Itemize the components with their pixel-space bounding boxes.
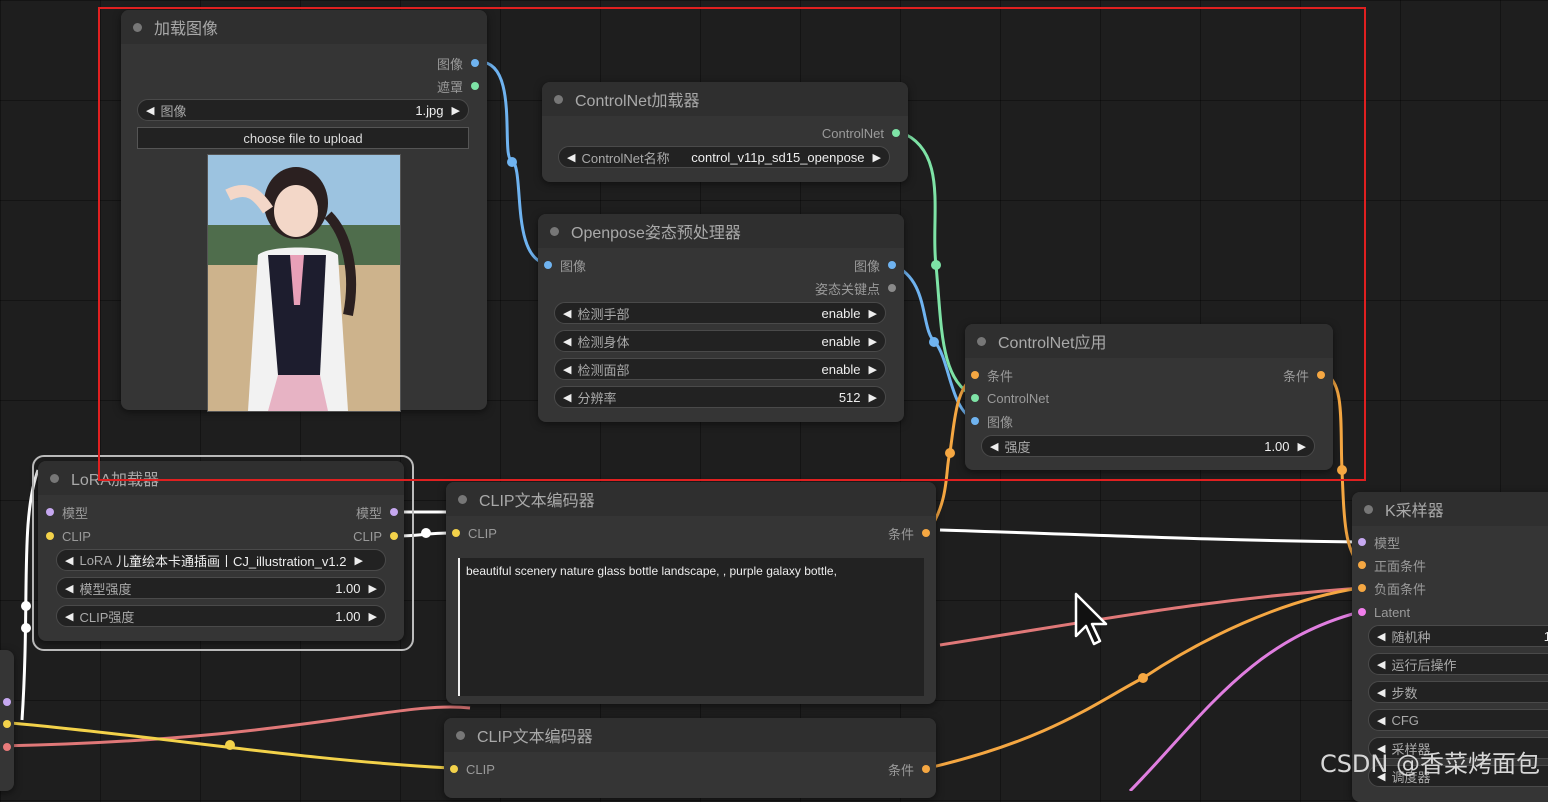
node-canvas[interactable]: 加载图像 图像 遮罩 ◀ 图像 1.jpg ▶ choose file to u… — [0, 0, 1548, 802]
clip-text-encoder-node-2[interactable]: CLIP文本编码器 CLIP 条件 — [444, 718, 936, 798]
port-dot[interactable] — [1358, 538, 1366, 546]
port-label: CLIP — [466, 761, 495, 777]
widget-label: CLIP强度 — [79, 609, 135, 625]
port-dot[interactable] — [390, 508, 398, 516]
highlight-box — [98, 7, 1366, 481]
input-negative[interactable]: 负面条件 — [1358, 579, 1426, 597]
port-label: 负面条件 — [1374, 581, 1427, 597]
arrow-left-icon[interactable]: ◀ — [65, 610, 73, 623]
control-after-widget[interactable]: ◀ 运行后操作 — [1368, 653, 1548, 675]
lora-name-widget[interactable]: ◀ LoRA 儿童绘本卡通插画丨CJ_illustration_v1.2 ▶ — [56, 549, 386, 571]
model-strength-widget[interactable]: ◀ 模型强度 1.00 ▶ — [56, 577, 386, 599]
port-dot[interactable] — [1358, 584, 1366, 592]
input-clip[interactable]: CLIP — [450, 760, 495, 778]
node-title: K采样器 — [1385, 503, 1444, 520]
port-label: CLIP — [468, 525, 497, 541]
offscreen-node[interactable] — [0, 650, 14, 791]
port-dot[interactable] — [3, 743, 11, 751]
port-label: 模型 — [355, 505, 382, 521]
port-dot[interactable] — [452, 529, 460, 537]
cfg-widget[interactable]: ◀ CFG — [1368, 709, 1548, 731]
port-dot[interactable] — [3, 720, 11, 728]
widget-label: 模型强度 — [79, 581, 132, 597]
collapse-dot-icon[interactable] — [50, 473, 59, 483]
wire-cond-orange-3 — [927, 586, 1361, 770]
widget-value: 1 — [1543, 628, 1548, 644]
output-model[interactable]: 模型 — [356, 503, 398, 521]
node-title-bar[interactable]: CLIP文本编码器 — [444, 718, 936, 752]
port-dot[interactable] — [1358, 608, 1366, 616]
port-label: Latent — [1374, 604, 1411, 620]
widget-label: 步数 — [1391, 685, 1418, 701]
arrow-left-icon[interactable]: ◀ — [1377, 630, 1385, 643]
arrow-left-icon[interactable]: ◀ — [65, 582, 73, 595]
node-title-bar[interactable]: CLIP文本编码器 — [446, 482, 936, 516]
widget-label: 随机种 — [1391, 629, 1431, 645]
collapse-dot-icon[interactable] — [456, 730, 465, 740]
node-title: CLIP文本编码器 — [479, 493, 595, 510]
input-positive[interactable]: 正面条件 — [1358, 556, 1426, 574]
port-label: 条件 — [887, 526, 914, 542]
port-dot[interactable] — [46, 532, 54, 540]
prompt-textarea[interactable]: beautiful scenery nature glass bottle la… — [458, 558, 924, 696]
widget-value: 1.00 — [335, 580, 361, 596]
arrow-left-icon[interactable]: ◀ — [1377, 658, 1385, 671]
clip-text-encoder-node-1[interactable]: CLIP文本编码器 CLIP 条件 beautiful scenery natu… — [446, 482, 936, 704]
port-dot[interactable] — [390, 532, 398, 540]
node-title-bar[interactable]: K采样器 — [1352, 492, 1548, 526]
port-label: 模型 — [62, 505, 89, 521]
input-clip[interactable]: CLIP — [46, 527, 91, 545]
output-clip[interactable]: CLIP — [353, 527, 398, 545]
widget-label: LoRA — [79, 552, 112, 568]
arrow-right-icon[interactable]: ▶ — [354, 554, 362, 567]
arrow-right-icon[interactable]: ▶ — [369, 582, 377, 595]
port-label: CLIP — [353, 528, 382, 544]
watermark: CSDN @香菜烤面包 — [1319, 750, 1540, 778]
wire-vae-2 — [939, 586, 1361, 647]
port-label: 条件 — [887, 762, 914, 778]
lora-loader-node[interactable]: LoRA加载器 模型 模型 CLIP CLIP ◀ LoRA 儿童绘本卡通插画丨… — [38, 461, 404, 641]
port-dot[interactable] — [1358, 561, 1366, 569]
arrow-left-icon[interactable]: ◀ — [65, 554, 73, 567]
port-dot[interactable] — [46, 508, 54, 516]
input-model[interactable]: 模型 — [46, 503, 88, 521]
wire-clip-yellow — [0, 720, 451, 770]
input-model[interactable]: 模型 — [1358, 533, 1400, 551]
clip-strength-widget[interactable]: ◀ CLIP强度 1.00 ▶ — [56, 605, 386, 627]
steps-widget[interactable]: ◀ 步数 — [1368, 681, 1548, 703]
output-conditioning[interactable]: 条件 — [888, 524, 930, 542]
port-label: 正面条件 — [1374, 558, 1427, 574]
widget-value: 1.00 — [335, 608, 361, 624]
port-dot[interactable] — [450, 765, 458, 773]
collapse-dot-icon[interactable] — [1364, 504, 1373, 514]
wire-vae — [0, 705, 471, 748]
arrow-left-icon[interactable]: ◀ — [1377, 714, 1385, 727]
seed-widget[interactable]: ◀ 随机种 1 — [1368, 625, 1548, 647]
arrow-left-icon[interactable]: ◀ — [1377, 686, 1385, 699]
port-label: 模型 — [1374, 535, 1401, 551]
port-dot[interactable] — [3, 698, 11, 706]
input-clip[interactable]: CLIP — [452, 524, 497, 542]
wire-model-k — [939, 528, 1361, 544]
port-dot[interactable] — [922, 529, 930, 537]
widget-value: 儿童绘本卡通插画丨CJ_illustration_v1.2 — [116, 553, 347, 569]
node-title: CLIP文本编码器 — [477, 729, 593, 746]
output-conditioning[interactable]: 条件 — [888, 760, 930, 778]
mouse-cursor-icon — [1074, 592, 1108, 646]
widget-label: 运行后操作 — [1391, 657, 1457, 673]
widget-label: CFG — [1391, 712, 1419, 728]
port-label: CLIP — [62, 528, 91, 544]
collapse-dot-icon[interactable] — [458, 494, 467, 504]
port-dot[interactable] — [922, 765, 930, 773]
input-latent[interactable]: Latent — [1358, 603, 1410, 621]
arrow-right-icon[interactable]: ▶ — [369, 610, 377, 623]
